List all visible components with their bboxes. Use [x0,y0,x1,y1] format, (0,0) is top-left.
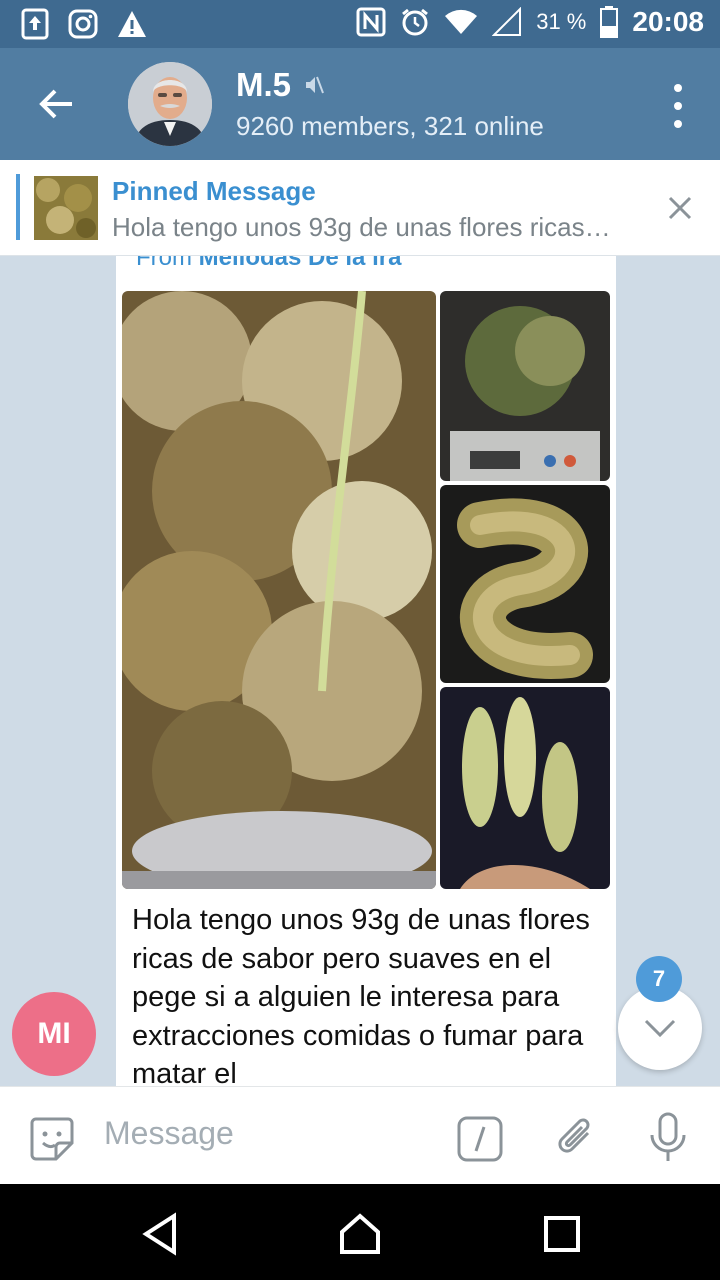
attach-button[interactable] [552,1113,600,1163]
group-avatar[interactable] [128,62,212,146]
chat-title[interactable]: M.5 [236,66,325,104]
members-count: 9260 members, 321 online [236,111,544,141]
message-composer: Message [0,1086,720,1184]
muted-icon [306,76,324,94]
slash-command-icon [457,1116,503,1162]
triangle-back-icon [142,1212,176,1256]
warning-icon [118,11,146,37]
sender-avatar[interactable]: MI [12,992,96,1076]
photo-bud[interactable] [440,485,610,683]
battery-percent: 31 % [536,9,587,34]
square-recents-icon [544,1216,580,1252]
alarm-icon [402,8,429,36]
photo-scale[interactable] [440,291,610,481]
dot [674,102,682,110]
unread-count-badge[interactable]: 7 [636,956,682,1002]
message-bubble[interactable]: From Meliodas De la ira Hola tengo unos … [116,256,616,1086]
photo-main[interactable] [122,291,436,889]
signal-icon [492,7,522,36]
close-pinned-button[interactable] [660,188,700,228]
chat-header: M.5 9260 members, 321 online [0,48,720,160]
more-options-button[interactable] [666,84,690,128]
arrow-left-icon [39,89,72,119]
home-icon [340,1213,380,1254]
message-text: Hola tengo unos 93g de unas flores ricas… [132,904,590,1086]
chevron-down-icon [644,1019,676,1038]
microphone-icon [650,1112,686,1161]
sticker-button[interactable] [28,1115,76,1163]
from-name[interactable]: Meliodas De la ira [199,256,402,271]
close-icon [668,196,692,220]
pinned-title: Pinned Message [112,176,316,206]
dot [674,84,682,92]
instagram-icon [68,9,98,39]
wifi-icon [445,9,478,35]
from-prefix: From [136,256,192,271]
pinned-preview: Hola tengo unos 93g de unas flores ricas… [112,212,611,242]
upload-icon [21,8,49,40]
nav-back-button[interactable] [136,1212,184,1256]
nav-recents-button[interactable] [538,1212,586,1256]
bot-commands-button[interactable] [456,1115,504,1163]
sticker-icon [30,1117,74,1161]
photo-hand[interactable] [440,687,610,889]
voice-message-button[interactable] [646,1111,690,1165]
group-name: M.5 [236,66,292,103]
forwarded-from: From Meliodas De la ira [136,256,401,272]
nav-home-button[interactable] [336,1212,384,1256]
back-button[interactable] [28,80,84,128]
nfc-icon [356,7,386,37]
message-input[interactable]: Message [104,1115,234,1152]
android-nav-bar [0,1184,720,1280]
dot [674,120,682,128]
pinned-thumbnail [34,176,98,240]
battery-icon [600,6,619,38]
status-bar: 31 % 20:08 [0,0,720,48]
clock: 20:08 [632,6,704,37]
chat-area[interactable]: From Meliodas De la ira Hola tengo unos … [0,256,720,1086]
pinned-accent-bar [16,174,20,240]
pinned-message[interactable]: Pinned Message Hola tengo unos 93g de un… [0,160,720,256]
paperclip-icon [558,1118,590,1153]
